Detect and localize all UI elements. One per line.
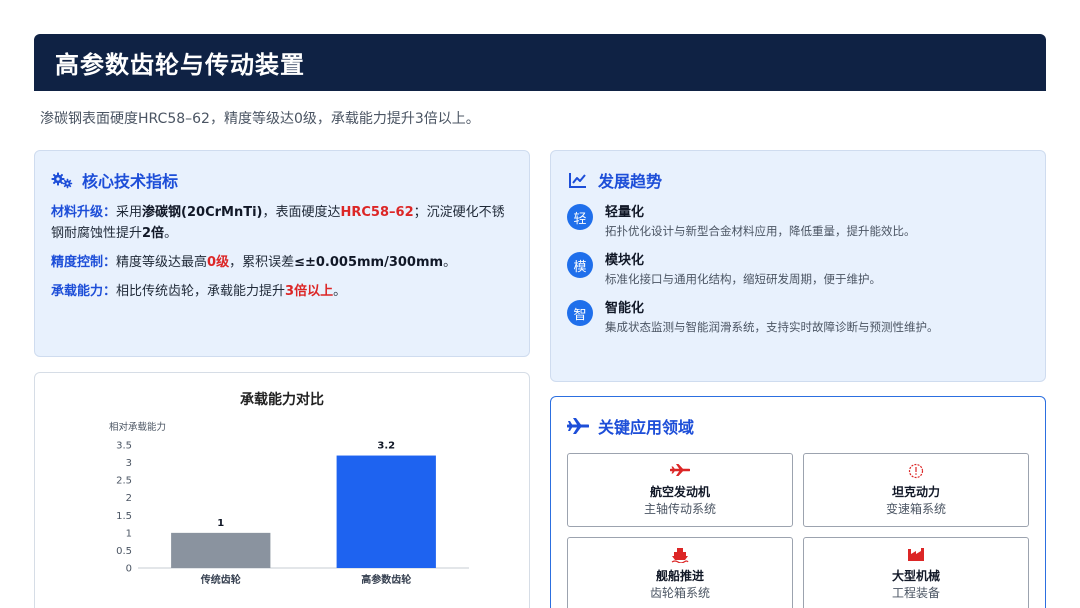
- trend-item-lightweight: 轻 轻量化 拓扑优化设计与新型合金材料应用，降低重量，提升能效比。: [567, 204, 1029, 240]
- y-tick-label: 2.5: [116, 476, 132, 487]
- bar-data-label: 3.2: [377, 441, 395, 452]
- trend-item-intelligent: 智 智能化 集成状态监测与智能润滑系统，支持实时故障诊断与预测性维护。: [567, 300, 1029, 336]
- airplane-icon: [567, 416, 589, 436]
- metric-text: 。: [164, 226, 178, 241]
- page-title: 高参数齿轮与传动装置: [55, 51, 305, 79]
- bar: [336, 455, 436, 568]
- metric-highlight: HRC58–62: [340, 205, 414, 220]
- app-tile-heavy-machinery[interactable]: 大型机械 工程装备: [803, 537, 1029, 608]
- metric-text: 。: [443, 255, 457, 270]
- trend-badge: 模: [567, 252, 593, 278]
- ship-icon: [671, 547, 689, 565]
- metric-key: 承载能力：: [51, 284, 117, 299]
- metric-load: 承载能力：相比传统齿轮，承载能力提升3倍以上。: [51, 281, 513, 302]
- core-metrics-card: 核心技术指标 材料升级：采用渗碳钢(20CrMnTi)，表面硬度达HRC58–6…: [34, 150, 530, 357]
- app-desc: 齿轮箱系统: [649, 585, 710, 600]
- trend-title: 模块化: [605, 253, 645, 268]
- metric-text: 相比传统齿轮，承载能力提升: [116, 284, 286, 299]
- trend-chart-icon: [567, 170, 589, 190]
- y-axis-label: 相对承载能力: [109, 421, 166, 433]
- applications-title: 关键应用领域: [598, 418, 695, 437]
- applications-heading: 关键应用领域: [567, 414, 1029, 438]
- trend-title: 智能化: [605, 301, 645, 316]
- app-name: 坦克动力: [891, 484, 940, 499]
- app-name: 大型机械: [891, 568, 940, 583]
- app-tile-tank-power[interactable]: 坦克动力 变速箱系统: [803, 453, 1029, 527]
- y-tick-label: 2: [126, 493, 132, 504]
- page-header: 高参数齿轮与传动装置: [34, 34, 1046, 91]
- metric-highlight: 0级: [207, 255, 230, 270]
- app-name: 航空发动机: [649, 484, 710, 499]
- applications-grid: 航空发动机 主轴传动系统 坦克动力 变速箱系统 舰船推进 齿轮箱系统 大型机械 …: [567, 453, 1029, 608]
- y-tick-label: 1.5: [116, 511, 132, 522]
- factory-icon: [907, 547, 925, 565]
- metric-text: 精度等级达最高: [116, 255, 208, 270]
- app-tile-aero-engine[interactable]: 航空发动机 主轴传动系统: [567, 453, 793, 527]
- app-desc: 主轴传动系统: [643, 501, 716, 516]
- y-tick-label: 0.5: [116, 546, 132, 557]
- trend-badge: 智: [567, 300, 593, 326]
- applications-card: 关键应用领域 航空发动机 主轴传动系统 坦克动力 变速箱系统 舰船推进 齿轮箱系…: [550, 396, 1046, 608]
- y-tick-label: 3.5: [116, 441, 132, 452]
- x-tick-label: 高参数齿轮: [361, 573, 411, 586]
- y-tick-label: 3: [126, 458, 132, 469]
- load-capacity-chart-card: 承载能力对比 相对承载能力 0 0.5 1 1.5 2 2.5 3 3.5 1 传统齿轮 3.2 高参数…: [34, 372, 530, 608]
- trends-card: 发展趋势 轻 轻量化 拓扑优化设计与新型合金材料应用，降低重量，提升能效比。 模…: [550, 150, 1046, 382]
- trend-desc: 标准化接口与通用化结构，缩短研发周期，便于维护。: [605, 272, 881, 286]
- core-metrics-title: 核心技术指标: [82, 172, 179, 191]
- load-capacity-chart: 相对承载能力 0 0.5 1 1.5 2 2.5 3 3.5 1 传统齿轮 3.2 高参数齿轮: [109, 421, 469, 586]
- metric-precision: 精度控制：精度等级达最高0级，累积误差≤±0.005mm/300mm。: [51, 252, 513, 273]
- metric-text: 。: [333, 284, 347, 299]
- trends-heading: 发展趋势: [567, 168, 1029, 192]
- metric-emph: 渗碳钢(20CrMnTi): [142, 205, 263, 220]
- metric-highlight: 3倍以上: [285, 284, 334, 299]
- trend-desc: 拓扑优化设计与新型合金材料应用，降低重量，提升能效比。: [605, 224, 916, 238]
- gears-icon: [51, 170, 73, 190]
- trends-title: 发展趋势: [598, 172, 663, 191]
- gauge-icon: [908, 463, 924, 481]
- app-desc: 工程装备: [891, 585, 940, 600]
- trend-item-modular: 模 模块化 标准化接口与通用化结构，缩短研发周期，便于维护。: [567, 252, 1029, 288]
- metric-key: 材料升级：: [51, 205, 117, 220]
- y-tick-label: 1: [126, 528, 132, 539]
- metric-emph: ≤±0.005mm/300mm: [294, 255, 444, 270]
- app-tile-ship-propulsion[interactable]: 舰船推进 齿轮箱系统: [567, 537, 793, 608]
- metric-emph: 2倍: [142, 226, 165, 241]
- bar-data-label: 1: [217, 518, 224, 529]
- metric-text: ，累积误差: [229, 255, 295, 270]
- bar: [171, 532, 271, 568]
- metric-text: ，表面硬度达: [262, 205, 341, 220]
- metric-text: 采用: [116, 205, 143, 220]
- page-subtitle: 渗碳钢表面硬度HRC58–62，精度等级达0级，承载能力提升3倍以上。: [40, 111, 480, 127]
- app-desc: 变速箱系统: [885, 501, 946, 516]
- y-tick-label: 0: [126, 564, 132, 575]
- trend-badge: 轻: [567, 204, 593, 230]
- core-metrics-heading: 核心技术指标: [51, 168, 513, 192]
- metric-material: 材料升级：采用渗碳钢(20CrMnTi)，表面硬度达HRC58–62；沉淀硬化不…: [51, 202, 513, 244]
- trend-title: 轻量化: [605, 205, 645, 220]
- metric-key: 精度控制：: [51, 255, 117, 270]
- jet-icon: [669, 463, 691, 481]
- trend-desc: 集成状态监测与智能润滑系统，支持实时故障诊断与预测性维护。: [605, 320, 939, 334]
- app-name: 舰船推进: [655, 568, 704, 583]
- x-tick-label: 传统齿轮: [200, 573, 241, 586]
